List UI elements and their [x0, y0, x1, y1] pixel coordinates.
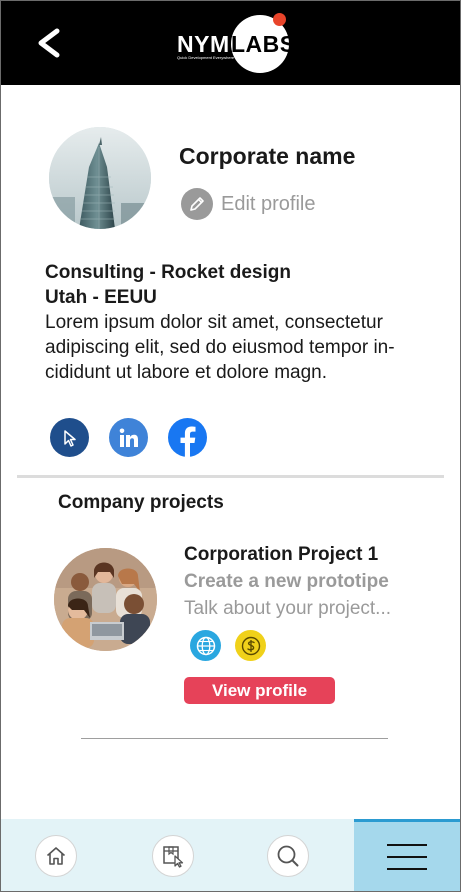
project-description: Talk about your project...: [184, 598, 391, 619]
logo-tagline: Quick Development Everywhere: [177, 55, 235, 60]
nav-search-button[interactable]: [267, 835, 309, 877]
section-divider: [17, 475, 444, 478]
app-header: NYM LABS Quick Development Everywhere: [1, 1, 460, 85]
logo-text-left: NYM: [177, 31, 230, 57]
bottom-navigation: [1, 819, 460, 891]
edit-profile-label: Edit profile: [221, 192, 316, 215]
dollar-coin-icon: [235, 630, 266, 661]
menu-icon: [387, 843, 427, 870]
pencil-icon: [181, 188, 213, 220]
facebook-icon: [180, 426, 196, 457]
project-title: Corporation Project 1: [184, 544, 379, 565]
nav-menu-button[interactable]: [354, 819, 460, 891]
back-button[interactable]: [31, 25, 67, 61]
project-tags: [190, 630, 266, 661]
profile-description: Lorem ipsum dolor sit amet, consectetur …: [45, 312, 395, 383]
logo-text-right: LABS: [231, 31, 296, 57]
nymlabs-logo: NYM LABS Quick Development Everywhere: [173, 11, 296, 77]
linkedin-link[interactable]: [109, 418, 148, 457]
search-icon: [277, 845, 299, 867]
nav-home-button[interactable]: [35, 835, 77, 877]
projects-heading: Company projects: [58, 492, 224, 513]
logo-dot: [273, 13, 286, 26]
edit-profile-link[interactable]: Edit profile: [181, 188, 316, 220]
app-screen: NYM LABS Quick Development Everywhere Co…: [0, 0, 461, 892]
corporate-avatar: [49, 127, 151, 229]
globe-icon: [190, 630, 221, 661]
website-link[interactable]: [50, 418, 89, 457]
profile-category: Consulting - Rocket design: [45, 262, 291, 283]
facebook-link[interactable]: [168, 418, 207, 457]
project-subtitle: Create a new prototipe: [184, 571, 389, 592]
project-thumbnail: [54, 548, 157, 651]
nav-bookmarks-button[interactable]: [152, 835, 194, 877]
profile-info: Consulting - Rocket design Utah - EEUU L…: [45, 260, 425, 385]
chevron-left-icon: [38, 28, 60, 58]
linkedin-icon: [119, 428, 138, 447]
home-icon: [46, 847, 66, 865]
social-links: [50, 418, 207, 457]
list-divider: [81, 738, 388, 739]
view-profile-button[interactable]: View profile: [184, 677, 335, 704]
corporate-name: Corporate name: [179, 143, 356, 169]
website-cursor-icon: [63, 429, 76, 447]
bookmark-cursor-icon: [163, 846, 184, 868]
profile-location: Utah - EEUU: [45, 287, 157, 308]
